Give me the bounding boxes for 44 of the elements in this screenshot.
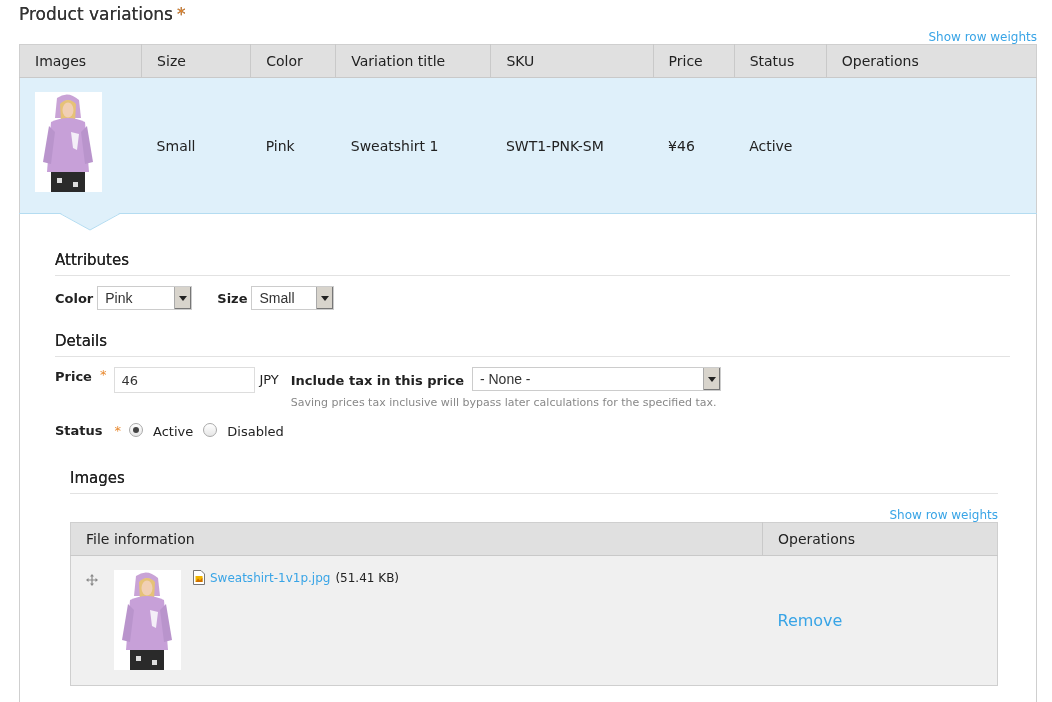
subsection-title: Attributes: [55, 251, 130, 269]
radio-button[interactable]: [203, 423, 218, 437]
section-title: Product variations: [19, 4, 173, 24]
table-cell: Sweatshirt 1: [350, 137, 439, 154]
caret-icon: [702, 368, 720, 390]
tax-select[interactable]: - None -: [471, 367, 721, 391]
field-label: Status: [55, 422, 103, 438]
currency-label: JPY: [259, 372, 279, 387]
column-header: Operations: [778, 531, 855, 547]
caret-icon: [174, 287, 192, 309]
column-header: File information: [86, 531, 195, 547]
file-size: (51.41 KB): [335, 570, 400, 585]
caret-icon: [316, 287, 334, 309]
field-label: Size: [217, 290, 248, 306]
table-cell: Active: [749, 137, 793, 154]
column-header: Variation title: [351, 53, 446, 69]
subsection-title: Images: [70, 469, 125, 487]
table-cell: ¥46: [668, 137, 695, 154]
radio-button[interactable]: [129, 423, 144, 437]
field-label: Price: [55, 369, 92, 384]
column-header: Size: [157, 53, 186, 69]
table-cell: Pink: [265, 137, 295, 154]
column-header: Operations: [841, 53, 919, 69]
help-text: Saving prices tax inclusive will bypass later calculations for the specified tax.: [290, 396, 718, 409]
required-mark: *: [114, 422, 122, 438]
column-header: Color: [266, 53, 303, 69]
drag-handle-icon[interactable]: [86, 574, 98, 586]
radio-label: Disabled: [227, 424, 284, 439]
field-label: Color: [55, 290, 94, 306]
column-header: Price: [668, 53, 703, 69]
radio-label: Active: [153, 424, 194, 439]
size-select[interactable]: Small: [251, 286, 335, 310]
image-file-icon: [193, 570, 205, 585]
column-header: Images: [35, 53, 87, 69]
field-label: Include tax in this price: [290, 372, 464, 388]
price-field[interactable]: 46: [114, 367, 256, 393]
column-header: SKU: [506, 53, 535, 69]
required-mark: *: [99, 367, 107, 382]
subsection-title: Details: [55, 332, 107, 350]
table-cell: Small: [156, 137, 196, 154]
table-cell: SWT1-PNK-SM: [505, 137, 604, 154]
column-header: Status: [749, 53, 795, 69]
color-select[interactable]: Pink: [97, 286, 193, 310]
required-mark: *: [177, 4, 186, 24]
